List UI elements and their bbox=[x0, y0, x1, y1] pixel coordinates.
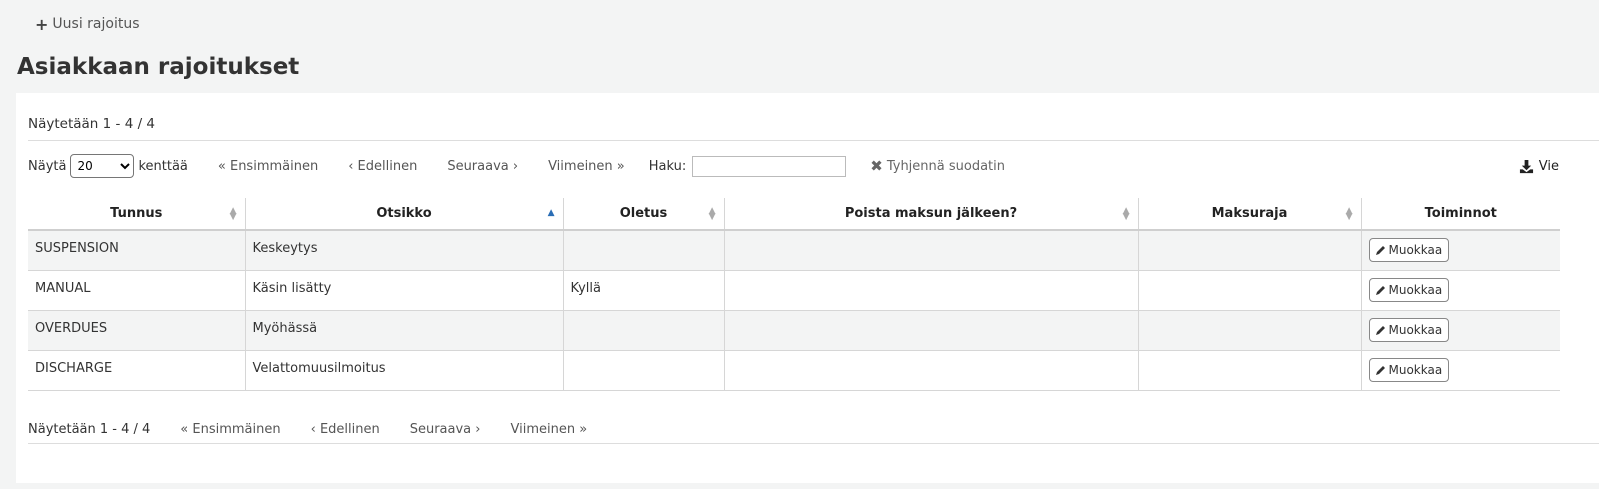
export-button[interactable]: Vie bbox=[1519, 159, 1559, 174]
restrictions-table: Tunnus ▲ ▼ Otsikko ▲ Oletus ▲ ▼ Poista maksun… bbox=[28, 198, 1560, 391]
cell-label: Käsin lisätty bbox=[245, 270, 564, 311]
cell-lift-after-payment bbox=[724, 230, 1139, 271]
cell-lift-after-payment bbox=[724, 350, 1139, 391]
sort-icon: ▲ ▼ bbox=[1345, 206, 1353, 222]
cell-fee-limit bbox=[1138, 310, 1362, 351]
page-title: Asiakkaan rajoitukset bbox=[17, 54, 300, 80]
sort-icon: ▲ ▼ bbox=[708, 206, 716, 222]
cell-code: DISCHARGE bbox=[28, 350, 246, 391]
last-page-link[interactable]: Viimeinen » bbox=[510, 422, 587, 437]
edit-button[interactable]: Muokkaa bbox=[1368, 238, 1450, 263]
cell-default bbox=[563, 230, 725, 271]
pencil-icon bbox=[1375, 326, 1385, 335]
cell-default: Kyllä bbox=[563, 270, 725, 311]
previous-page-link[interactable]: ‹ Edellinen bbox=[348, 159, 417, 174]
cell-code: SUSPENSION bbox=[28, 230, 246, 271]
cell-actions: Muokkaa bbox=[1361, 230, 1560, 271]
cell-code: MANUAL bbox=[28, 270, 246, 311]
cell-default bbox=[563, 310, 725, 351]
column-header-actions: Toiminnot bbox=[1361, 198, 1560, 231]
cell-fee-limit bbox=[1138, 230, 1362, 271]
entries-label: kenttää bbox=[138, 158, 188, 174]
cell-actions: Muokkaa bbox=[1361, 350, 1560, 391]
pencil-icon bbox=[1375, 366, 1385, 375]
divider bbox=[28, 443, 1599, 444]
restrictions-panel: Näytetään 1 - 4 / 4 Näytä 102050100 kent… bbox=[16, 93, 1599, 483]
search-label: Haku: bbox=[648, 158, 687, 174]
edit-button[interactable]: Muokkaa bbox=[1368, 358, 1450, 382]
search-input[interactable] bbox=[692, 155, 847, 177]
sort-icon: ▲ ▼ bbox=[1122, 206, 1130, 222]
sort-ascending-icon: ▲ bbox=[547, 208, 555, 218]
clear-filter-button[interactable]: ✖ Tyhjennä suodatin bbox=[870, 157, 1005, 175]
download-icon bbox=[1519, 159, 1533, 174]
show-label: Näytä bbox=[28, 158, 67, 174]
first-page-link[interactable]: « Ensimmäinen bbox=[218, 159, 318, 174]
pagination-top: « Ensimmäinen ‹ Edellinen Seuraava › Vii… bbox=[188, 159, 625, 174]
first-page-link[interactable]: « Ensimmäinen bbox=[180, 422, 280, 437]
cell-lift-after-payment bbox=[724, 270, 1139, 311]
table-row: SUSPENSION Keskeytys Muokkaa bbox=[28, 230, 1560, 271]
cell-label: Velattomuusilmoitus bbox=[245, 350, 564, 391]
next-page-link[interactable]: Seuraava › bbox=[410, 422, 481, 437]
cell-label: Keskeytys bbox=[245, 230, 564, 271]
plus-icon: + bbox=[35, 14, 49, 34]
edit-button[interactable]: Muokkaa bbox=[1368, 318, 1450, 342]
cell-lift-after-payment bbox=[724, 310, 1139, 351]
divider bbox=[28, 140, 1599, 141]
pencil-icon bbox=[1375, 286, 1385, 295]
cell-actions: Muokkaa bbox=[1361, 310, 1560, 351]
table-controls: Näytä 102050100 kenttää « Ensimmäinen ‹ … bbox=[28, 154, 1005, 178]
column-header-code[interactable]: Tunnus ▲ ▼ bbox=[28, 198, 246, 231]
cell-fee-limit bbox=[1138, 350, 1362, 391]
column-header-default[interactable]: Oletus ▲ ▼ bbox=[563, 198, 725, 231]
table-row: OVERDUES Myöhässä Muokkaa bbox=[28, 310, 1560, 351]
cell-actions: Muokkaa bbox=[1361, 270, 1560, 311]
sort-icon: ▲ ▼ bbox=[229, 206, 237, 222]
edit-button[interactable]: Muokkaa bbox=[1368, 278, 1450, 302]
cell-fee-limit bbox=[1138, 270, 1362, 311]
close-icon: ✖ bbox=[870, 157, 883, 175]
search-group: Haku: bbox=[648, 155, 847, 177]
pencil-icon bbox=[1375, 246, 1385, 256]
table-row: DISCHARGE Velattomuusilmoitus Muokkaa bbox=[28, 350, 1560, 391]
page-size-select[interactable]: 102050100 bbox=[70, 154, 135, 178]
pagination-bottom: Näytetään 1 - 4 / 4 « Ensimmäinen ‹ Edel… bbox=[28, 419, 587, 439]
cell-code: OVERDUES bbox=[28, 310, 246, 351]
column-header-lift-after-payment[interactable]: Poista maksun jälkeen? ▲ ▼ bbox=[724, 198, 1139, 231]
column-header-fee-limit[interactable]: Maksuraja ▲ ▼ bbox=[1138, 198, 1362, 231]
table-header-row: Tunnus ▲ ▼ Otsikko ▲ Oletus ▲ ▼ Poista maksun… bbox=[28, 198, 1560, 231]
column-header-label[interactable]: Otsikko ▲ bbox=[245, 198, 564, 231]
next-page-link[interactable]: Seuraava › bbox=[447, 159, 518, 174]
cell-label: Myöhässä bbox=[245, 310, 564, 351]
previous-page-link[interactable]: ‹ Edellinen bbox=[311, 422, 380, 437]
clear-filter-label: Tyhjennä suodatin bbox=[886, 158, 1005, 174]
last-page-link[interactable]: Viimeinen » bbox=[548, 159, 625, 174]
export-label: Vie bbox=[1538, 159, 1559, 174]
cell-default bbox=[563, 350, 725, 391]
table-row: MANUAL Käsin lisätty Kyllä Muokkaa bbox=[28, 270, 1560, 311]
new-restriction-label: Uusi rajoitus bbox=[52, 16, 140, 32]
table-info-top: Näytetään 1 - 4 / 4 bbox=[28, 116, 155, 132]
new-restriction-button[interactable]: + Uusi rajoitus bbox=[35, 14, 140, 34]
table-info-bottom: Näytetään 1 - 4 / 4 bbox=[28, 421, 151, 437]
